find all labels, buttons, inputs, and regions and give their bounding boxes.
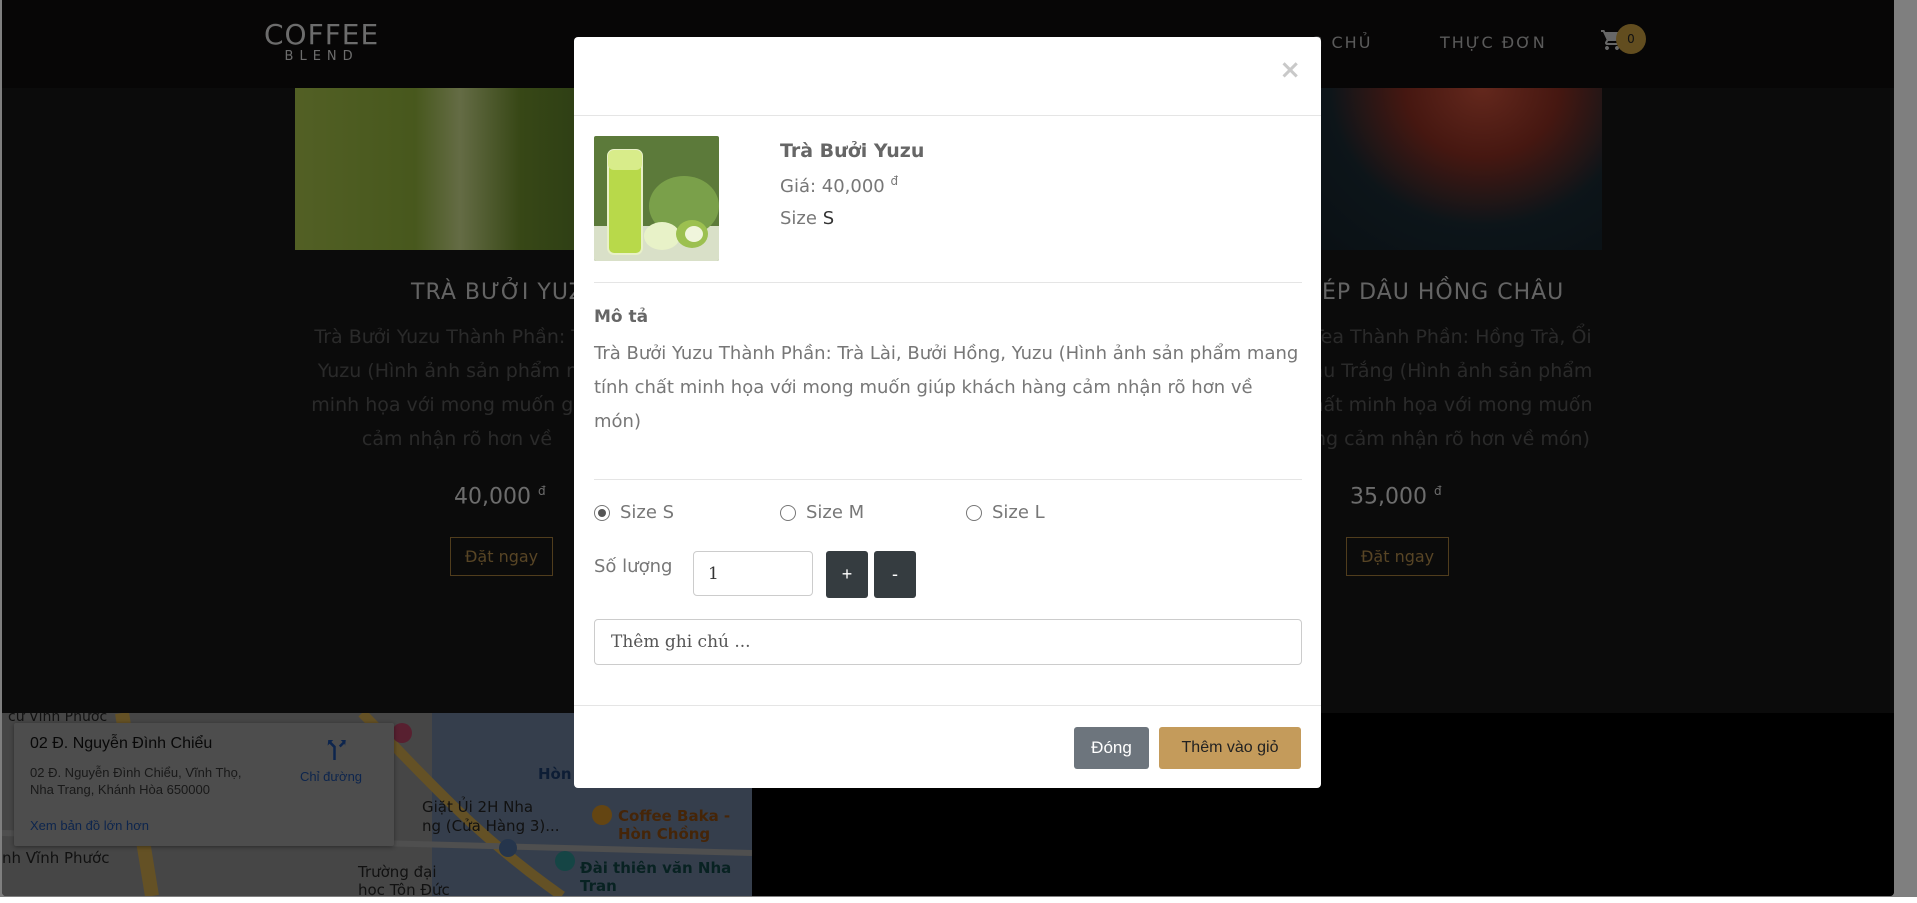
- radio-icon[interactable]: [780, 504, 796, 521]
- size-option-label: Size S: [620, 502, 675, 523]
- size-option-label: Size L: [992, 502, 1045, 523]
- quantity-input[interactable]: [693, 551, 813, 596]
- size-label: Size: [780, 208, 817, 229]
- product-size: Size S: [780, 208, 834, 229]
- size-option-l[interactable]: Size L: [966, 502, 1045, 523]
- modal-header-divider: [574, 115, 1321, 116]
- close-button[interactable]: Đóng: [1074, 727, 1149, 769]
- description-text: Trà Bưởi Yuzu Thành Phần: Trà Lài, Bưởi …: [594, 343, 1299, 432]
- note-input[interactable]: [594, 619, 1302, 665]
- size-option-s[interactable]: Size S: [594, 502, 674, 523]
- description-title: Mô tả: [594, 307, 649, 327]
- product-name: Trà Bưởi Yuzu: [780, 140, 925, 162]
- currency-symbol: đ: [890, 174, 899, 188]
- size-value: S: [822, 208, 835, 229]
- divider: [594, 282, 1302, 283]
- quantity-increase-button[interactable]: +: [826, 551, 868, 598]
- size-option-label: Size M: [806, 502, 865, 523]
- quantity-label: Số lượng: [594, 556, 673, 577]
- divider: [594, 479, 1302, 480]
- product-image: [594, 136, 719, 261]
- page-bottom-strip: [0, 897, 1917, 903]
- radio-icon[interactable]: [966, 504, 982, 521]
- add-to-cart-button[interactable]: Thêm vào giỏ: [1159, 727, 1301, 769]
- size-option-m[interactable]: Size M: [780, 502, 864, 523]
- product-price-value: Giá: 40,000: [780, 176, 885, 197]
- product-price: Giá: 40,000 đ: [780, 174, 898, 197]
- close-icon[interactable]: ×: [1279, 55, 1301, 85]
- product-modal: × Trà Bưởi Yuzu Giá: 40,000 đ Size S Mô …: [574, 37, 1321, 788]
- quantity-decrease-button[interactable]: -: [874, 551, 916, 598]
- modal-footer-divider: [574, 705, 1321, 706]
- radio-selected-icon[interactable]: [594, 504, 610, 521]
